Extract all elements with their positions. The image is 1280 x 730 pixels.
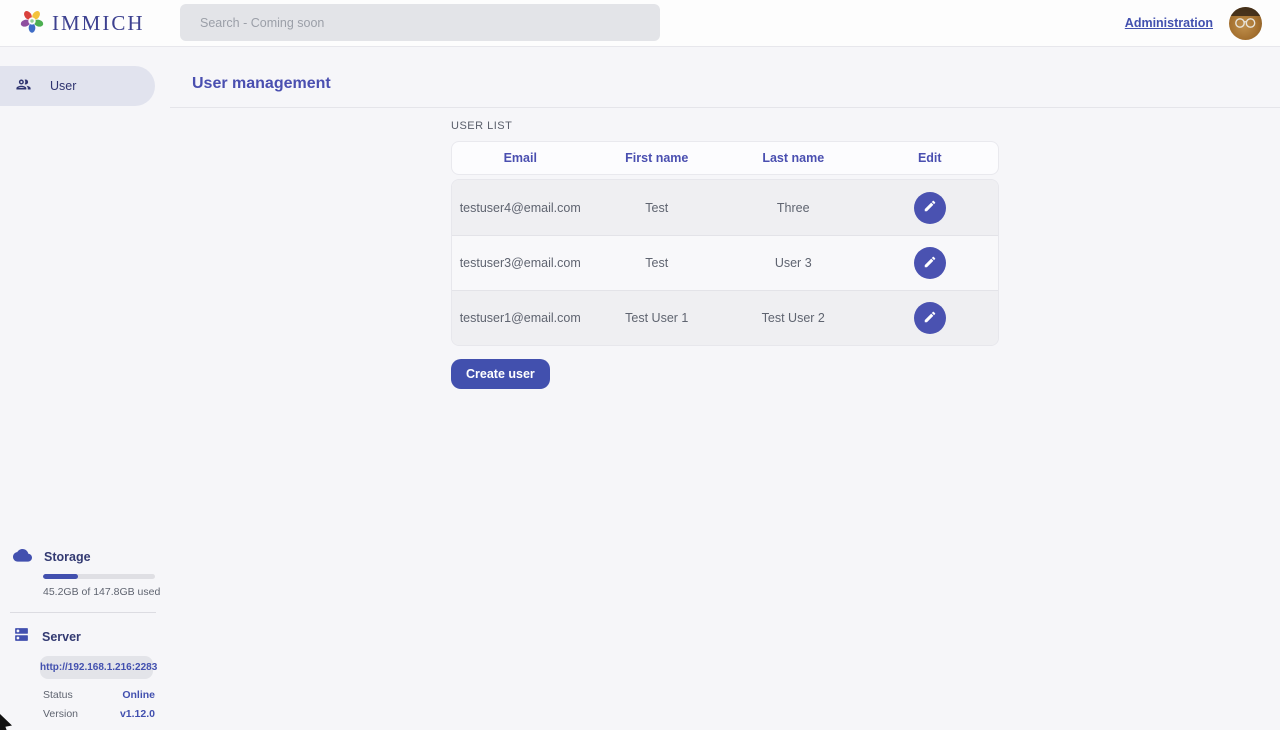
user-last-name-cell: User 3 <box>725 256 862 270</box>
user-first-name-cell: Test User 1 <box>589 311 726 325</box>
column-header-first-name: First name <box>589 151 726 165</box>
users-icon <box>15 76 32 96</box>
server-version-row: Version v1.12.0 <box>43 708 155 720</box>
sidebar: User Storage 45.2GB of 147.8GB used <box>0 47 170 730</box>
administration-link[interactable]: Administration <box>1125 16 1213 30</box>
server-icon <box>13 626 30 648</box>
server-title: Server <box>42 630 81 644</box>
user-first-name-cell: Test <box>589 201 726 215</box>
edit-user-button[interactable] <box>914 192 946 224</box>
user-last-name-cell: Three <box>725 201 862 215</box>
column-header-edit: Edit <box>862 151 999 165</box>
server-header: Server <box>0 626 170 648</box>
user-avatar[interactable] <box>1229 7 1262 40</box>
create-user-button[interactable]: Create user <box>451 359 550 389</box>
user-list-label: USER LIST <box>451 120 999 132</box>
user-table-row: testuser4@email.com Test Three <box>452 180 998 235</box>
server-url-badge: http://192.168.1.216:2283 <box>40 656 153 679</box>
sidebar-info: Storage 45.2GB of 147.8GB used Server ht… <box>0 547 170 730</box>
version-value: v1.12.0 <box>120 708 155 720</box>
header-right: Administration <box>1125 7 1262 40</box>
server-status-row: Status Online <box>43 689 155 701</box>
sidebar-divider <box>10 612 156 613</box>
storage-title: Storage <box>44 550 91 564</box>
status-label: Status <box>43 689 73 701</box>
pencil-icon <box>923 199 937 216</box>
user-email-cell: testuser3@email.com <box>452 256 589 270</box>
glasses-photo <box>1233 17 1258 29</box>
storage-usage-text: 45.2GB of 147.8GB used <box>43 586 170 598</box>
status-value: Online <box>122 689 155 701</box>
user-last-name-cell: Test User 2 <box>725 311 862 325</box>
user-table-row: testuser3@email.com Test User 3 <box>452 235 998 290</box>
pencil-icon <box>923 255 937 272</box>
page-title-bar: User management <box>170 47 1280 108</box>
cloud-icon <box>13 547 32 567</box>
version-label: Version <box>43 708 78 720</box>
search-input[interactable] <box>180 4 660 41</box>
main-content: User management USER LIST Email First na… <box>170 47 1280 730</box>
pencil-icon <box>923 310 937 327</box>
storage-header: Storage <box>0 547 170 567</box>
edit-user-button[interactable] <box>914 302 946 334</box>
page-title: User management <box>192 75 1280 93</box>
storage-usage-fill <box>43 574 78 579</box>
immich-flower-icon <box>19 8 45 39</box>
immich-app: IMMICH Administration User <box>0 0 1280 730</box>
user-first-name-cell: Test <box>589 256 726 270</box>
app-name: IMMICH <box>52 11 145 36</box>
user-email-cell: testuser4@email.com <box>452 201 589 215</box>
user-table-header: Email First name Last name Edit <box>451 141 999 175</box>
user-email-cell: testuser1@email.com <box>452 311 589 325</box>
edit-user-button[interactable] <box>914 247 946 279</box>
storage-usage-bar <box>43 574 155 579</box>
sidebar-item-users[interactable]: User <box>0 66 155 106</box>
column-header-last-name: Last name <box>725 151 862 165</box>
app-header: IMMICH Administration <box>0 0 1280 47</box>
sidebar-item-label: User <box>50 79 76 93</box>
user-table-row: testuser1@email.com Test User 1 Test Use… <box>452 290 998 345</box>
user-table-body: testuser4@email.com Test Three testuser3… <box>451 179 999 346</box>
column-header-email: Email <box>452 151 589 165</box>
logo: IMMICH <box>19 8 145 39</box>
